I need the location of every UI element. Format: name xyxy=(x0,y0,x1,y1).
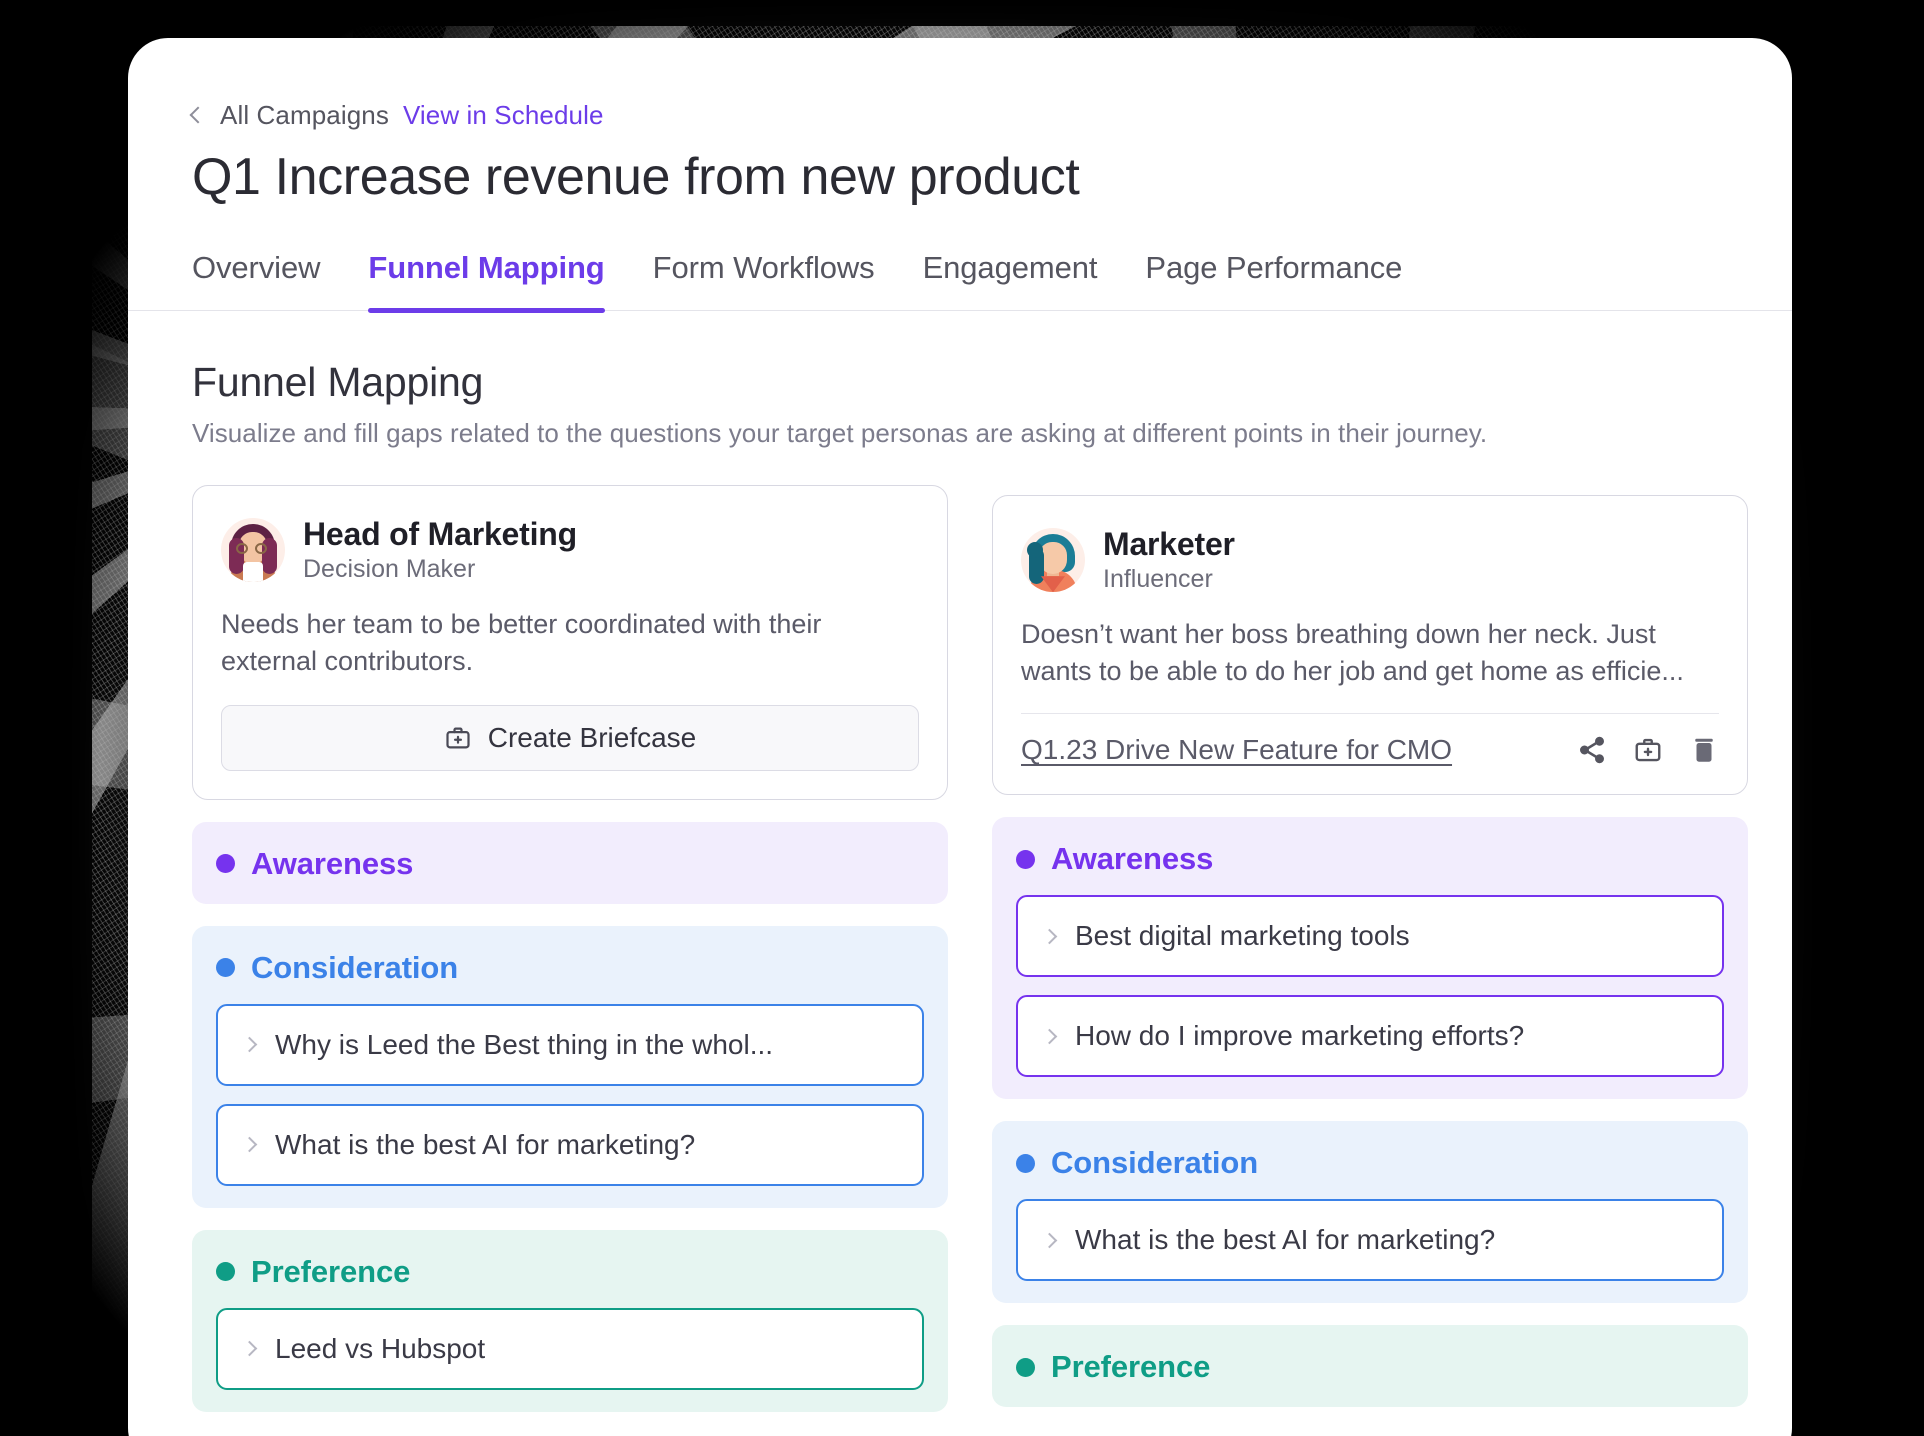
question-row[interactable]: Leed vs Hubspot xyxy=(216,1308,924,1390)
persona-name: Marketer xyxy=(1103,526,1235,563)
persona-role: Influencer xyxy=(1103,565,1235,594)
section-subtitle: Visualize and fill gaps related to the q… xyxy=(192,418,1728,449)
stage-label: Consideration xyxy=(251,950,458,986)
persona-name: Head of Marketing xyxy=(303,516,577,553)
card-divider xyxy=(1021,713,1719,715)
status-dot-icon xyxy=(216,958,235,977)
tab-engagement[interactable]: Engagement xyxy=(923,250,1098,310)
stage-preference: Preference xyxy=(992,1325,1748,1407)
question-row[interactable]: Best digital marketing tools xyxy=(1016,895,1724,977)
tab-overview[interactable]: Overview xyxy=(192,250,320,310)
stage-preference: Preference Leed vs Hubspot xyxy=(192,1230,948,1412)
stage-header: Preference xyxy=(216,1254,924,1290)
delete-button[interactable] xyxy=(1689,735,1719,765)
stage-label: Awareness xyxy=(1051,841,1213,877)
share-icon xyxy=(1577,735,1607,765)
avatar-woman-glasses xyxy=(221,518,285,582)
breadcrumb-parent[interactable]: All Campaigns xyxy=(220,100,389,131)
stage-awareness: Awareness Best digital marketing tools H… xyxy=(992,817,1748,1099)
question-text: What is the best AI for marketing? xyxy=(1075,1224,1495,1256)
status-dot-icon xyxy=(216,1262,235,1281)
briefcase-plus-icon xyxy=(444,724,472,752)
chevron-right-icon xyxy=(1042,1232,1058,1248)
page-title: Q1 Increase revenue from new product xyxy=(192,148,1792,206)
create-briefcase-label: Create Briefcase xyxy=(488,722,697,754)
chevron-left-icon[interactable] xyxy=(190,107,207,124)
view-in-schedule-link[interactable]: View in Schedule xyxy=(403,100,604,131)
briefcase-plus-icon xyxy=(1633,735,1663,765)
tab-funnel-mapping[interactable]: Funnel Mapping xyxy=(368,250,604,310)
screenshot-stage: All Campaigns View in Schedule Q1 Increa… xyxy=(0,0,1924,1436)
tab-page-performance[interactable]: Page Performance xyxy=(1145,250,1402,310)
chevron-right-icon xyxy=(242,1341,258,1357)
status-dot-icon xyxy=(216,854,235,873)
stage-label: Consideration xyxy=(1051,1145,1258,1181)
question-text: Leed vs Hubspot xyxy=(275,1333,485,1365)
persona-card: Marketer Influencer Doesn’t want her bos… xyxy=(992,495,1748,795)
question-row[interactable]: How do I improve marketing efforts? xyxy=(1016,995,1724,1077)
stage-label: Preference xyxy=(251,1254,410,1290)
stage-header: Consideration xyxy=(216,950,924,986)
chevron-right-icon xyxy=(242,1137,258,1153)
tab-bar: Overview Funnel Mapping Form Workflows E… xyxy=(128,250,1792,311)
create-briefcase-button[interactable]: Create Briefcase xyxy=(221,705,919,771)
avatar-woman-teal-hair xyxy=(1021,528,1085,592)
question-row[interactable]: What is the best AI for marketing? xyxy=(1016,1199,1724,1281)
share-button[interactable] xyxy=(1577,735,1607,765)
section-title: Funnel Mapping xyxy=(192,359,1728,406)
section-header: Funnel Mapping Visualize and fill gaps r… xyxy=(128,311,1792,449)
persona-columns: Head of Marketing Decision Maker Needs h… xyxy=(128,449,1792,1412)
status-dot-icon xyxy=(1016,1154,1035,1173)
question-row[interactable]: Why is Leed the Best thing in the whol..… xyxy=(216,1004,924,1086)
chevron-right-icon xyxy=(1042,1028,1058,1044)
persona-column-marketer: Marketer Influencer Doesn’t want her bos… xyxy=(992,485,1748,1412)
briefcase-link[interactable]: Q1.23 Drive New Feature for CMO xyxy=(1021,734,1452,766)
status-dot-icon xyxy=(1016,1358,1035,1377)
question-row[interactable]: What is the best AI for marketing? xyxy=(216,1104,924,1186)
briefcase-row: Q1.23 Drive New Feature for CMO xyxy=(1021,734,1719,766)
card-actions xyxy=(1577,735,1719,765)
persona-role: Decision Maker xyxy=(303,555,577,584)
stage-header: Awareness xyxy=(1016,841,1724,877)
persona-header: Head of Marketing Decision Maker xyxy=(221,516,919,584)
page-header: All Campaigns View in Schedule Q1 Increa… xyxy=(128,38,1792,206)
breadcrumb: All Campaigns View in Schedule xyxy=(192,100,1792,130)
persona-description: Doesn’t want her boss breathing down her… xyxy=(1021,616,1719,691)
persona-column-head-of-marketing: Head of Marketing Decision Maker Needs h… xyxy=(192,485,948,1412)
persona-description: Needs her team to be better coordinated … xyxy=(221,606,919,681)
question-text: Best digital marketing tools xyxy=(1075,920,1410,952)
app-window: All Campaigns View in Schedule Q1 Increa… xyxy=(128,38,1792,1436)
add-to-briefcase-button[interactable] xyxy=(1633,735,1663,765)
stage-header: Awareness xyxy=(216,846,924,882)
tab-form-workflows[interactable]: Form Workflows xyxy=(653,250,875,310)
persona-card: Head of Marketing Decision Maker Needs h… xyxy=(192,485,948,800)
stage-header: Preference xyxy=(1016,1349,1724,1385)
chevron-right-icon xyxy=(1042,928,1058,944)
trash-icon xyxy=(1689,735,1719,765)
question-text: Why is Leed the Best thing in the whol..… xyxy=(275,1029,773,1061)
question-text: What is the best AI for marketing? xyxy=(275,1129,695,1161)
stage-consideration: Consideration Why is Leed the Best thing… xyxy=(192,926,948,1208)
stage-consideration: Consideration What is the best AI for ma… xyxy=(992,1121,1748,1303)
persona-header: Marketer Influencer xyxy=(1021,526,1719,594)
stage-label: Awareness xyxy=(251,846,413,882)
stage-header: Consideration xyxy=(1016,1145,1724,1181)
chevron-right-icon xyxy=(242,1037,258,1053)
status-dot-icon xyxy=(1016,850,1035,869)
stage-label: Preference xyxy=(1051,1349,1210,1385)
stage-awareness: Awareness xyxy=(192,822,948,904)
question-text: How do I improve marketing efforts? xyxy=(1075,1020,1524,1052)
